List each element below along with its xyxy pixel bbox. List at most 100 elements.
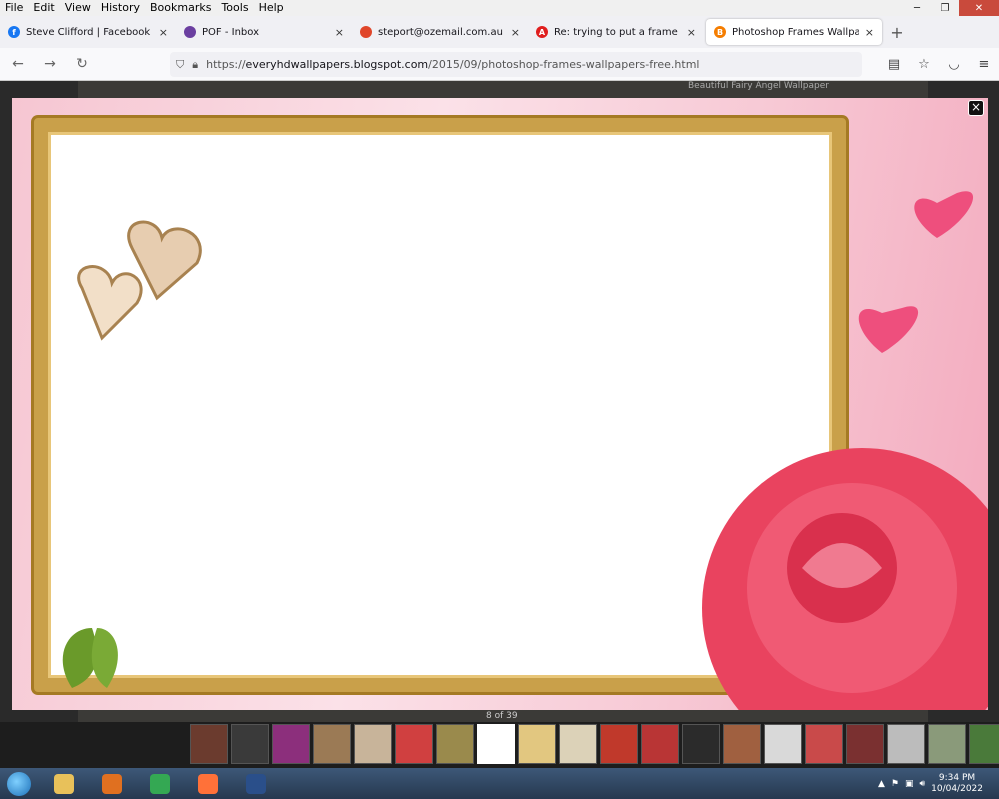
green-leaf-butterfly-icon: [62, 628, 118, 688]
thumbnail[interactable]: [846, 724, 884, 764]
thumbnail[interactable]: [969, 724, 999, 764]
blogger-icon: B: [714, 26, 726, 38]
window-controls: ─ ❐ ✕: [903, 0, 999, 16]
menu-bar: File Edit View History Bookmarks Tools H…: [0, 0, 999, 16]
taskbar-app[interactable]: [138, 770, 182, 798]
explorer-icon: [54, 773, 74, 794]
screen: File Edit View History Bookmarks Tools H…: [0, 0, 999, 799]
butterfly-icon: [858, 191, 974, 353]
tab-title: Re: trying to put a frame around: [554, 26, 681, 38]
thumbnail[interactable]: [928, 724, 966, 764]
thumbnail-strip: [190, 724, 999, 768]
thumbnail[interactable]: [641, 724, 679, 764]
tab-0[interactable]: f Steve Clifford | Facebook ×: [0, 16, 176, 48]
thumbnail[interactable]: [436, 724, 474, 764]
tab-title: POF - Inbox: [202, 26, 259, 38]
thumbnail[interactable]: [272, 724, 310, 764]
hamburger-menu-icon[interactable]: ≡: [969, 57, 999, 72]
pof-icon: [184, 26, 196, 38]
url-bar[interactable]: ⛉ 🔒︎ https://everyhdwallpapers.blogspot.…: [170, 52, 862, 77]
thumbnail[interactable]: [559, 724, 597, 764]
taskbar-app[interactable]: [234, 770, 278, 798]
tab-strip: f Steve Clifford | Facebook × POF - Inbox × s…: [0, 16, 999, 48]
tab-title: Steve Clifford | Facebook: [26, 26, 151, 38]
windows-taskbar: ▲ ⚑ ▣ 🔊︎ 9:34 PM 10/04/2022: [0, 768, 999, 799]
tab-close-icon[interactable]: ×: [687, 26, 696, 39]
heart-icon: [77, 220, 202, 341]
web-page: Beautiful Fairy Angel Wallpaper × 8 of 3…: [0, 81, 999, 722]
chrome-icon: [150, 773, 170, 794]
minimize-icon[interactable]: ─: [903, 0, 931, 16]
pocket-icon[interactable]: ◡: [939, 57, 969, 72]
thumbnail[interactable]: [354, 724, 392, 764]
network-icon[interactable]: ▣: [905, 779, 914, 789]
menu-tools[interactable]: Tools: [216, 0, 253, 16]
tab-4[interactable]: B Photoshop Frames Wallpapers F ×: [706, 19, 882, 45]
windows-logo-icon: [7, 771, 31, 796]
toolbar-right: ▤ ☆ ◡ ≡: [879, 48, 999, 81]
thumbnail[interactable]: [395, 724, 433, 764]
thumbnail[interactable]: [518, 724, 556, 764]
tab-3[interactable]: A Re: trying to put a frame around ×: [528, 16, 704, 48]
facebook-icon: f: [8, 26, 20, 38]
reader-view-icon[interactable]: ▤: [879, 57, 909, 72]
taskbar-app[interactable]: [90, 770, 134, 798]
taskbar-app[interactable]: [186, 770, 230, 798]
thumbnail[interactable]: [723, 724, 761, 764]
url-text: https://everyhdwallpapers.blogspot.com/2…: [206, 58, 700, 71]
thumbnail[interactable]: [805, 724, 843, 764]
tab-title: steport@ozemail.com.au - Web: [378, 26, 505, 38]
thumbnail[interactable]: [682, 724, 720, 764]
lightbox-close-icon[interactable]: ×: [968, 100, 984, 116]
taskbar-app[interactable]: [42, 770, 86, 798]
menu-view[interactable]: View: [60, 0, 96, 16]
thumbnail[interactable]: [313, 724, 351, 764]
tab-1[interactable]: POF - Inbox ×: [176, 16, 352, 48]
background-caption: Beautiful Fairy Angel Wallpaper: [688, 81, 829, 91]
thumbnail[interactable]: [887, 724, 925, 764]
clock-time: 9:34 PM: [938, 772, 976, 783]
menu-bookmarks[interactable]: Bookmarks: [145, 0, 216, 16]
menu-history[interactable]: History: [96, 0, 145, 16]
clock[interactable]: 9:34 PM 10/04/2022: [931, 773, 983, 795]
system-tray: ▲ ⚑ ▣ 🔊︎ 9:34 PM 10/04/2022: [878, 768, 999, 799]
bookmark-star-icon[interactable]: ☆: [909, 57, 939, 72]
thumbnail[interactable]: [231, 724, 269, 764]
lightbox-image: ×: [12, 98, 988, 710]
lock-icon[interactable]: 🔒︎: [192, 58, 198, 72]
start-button[interactable]: [0, 768, 38, 799]
thumbnail[interactable]: [764, 724, 802, 764]
frame-decorations: [62, 191, 988, 710]
firefox-icon: [198, 773, 218, 794]
tab-2[interactable]: steport@ozemail.com.au - Web ×: [352, 16, 528, 48]
webmail-icon: [360, 26, 372, 38]
tracking-shield-icon[interactable]: ⛉: [176, 58, 184, 72]
volume-icon[interactable]: 🔊︎: [919, 779, 925, 789]
media-player-icon: [102, 773, 122, 794]
new-tab-button[interactable]: +: [884, 16, 910, 48]
tab-close-icon[interactable]: ×: [159, 26, 168, 39]
menu-help[interactable]: Help: [254, 0, 289, 16]
photoshop-elements-icon: [246, 773, 266, 794]
menu-file[interactable]: File: [0, 0, 28, 16]
image-counter: 8 of 39: [486, 711, 518, 721]
tab-close-icon[interactable]: ×: [865, 26, 874, 39]
tab-close-icon[interactable]: ×: [511, 26, 520, 39]
rose-icon: [702, 448, 988, 710]
adobe-icon: A: [536, 26, 548, 38]
reload-icon[interactable]: ↻: [68, 52, 96, 76]
tray-expand-icon[interactable]: ▲: [878, 779, 885, 789]
thumbnail[interactable]: [600, 724, 638, 764]
menu-edit[interactable]: Edit: [28, 0, 59, 16]
clock-date: 10/04/2022: [931, 783, 983, 794]
restore-icon[interactable]: ❐: [931, 0, 959, 16]
action-center-icon[interactable]: ⚑: [891, 779, 899, 789]
navigation-toolbar: ← → ↻ ⛉ 🔒︎ https://everyhdwallpapers.blo…: [0, 48, 999, 81]
thumbnail[interactable]: [190, 724, 228, 764]
forward-icon[interactable]: →: [36, 52, 64, 76]
tab-close-icon[interactable]: ×: [335, 26, 344, 39]
thumbnail[interactable]: [477, 724, 515, 764]
window-close-icon[interactable]: ✕: [959, 0, 999, 16]
back-icon[interactable]: ←: [4, 52, 32, 76]
tab-title: Photoshop Frames Wallpapers F: [732, 26, 859, 38]
